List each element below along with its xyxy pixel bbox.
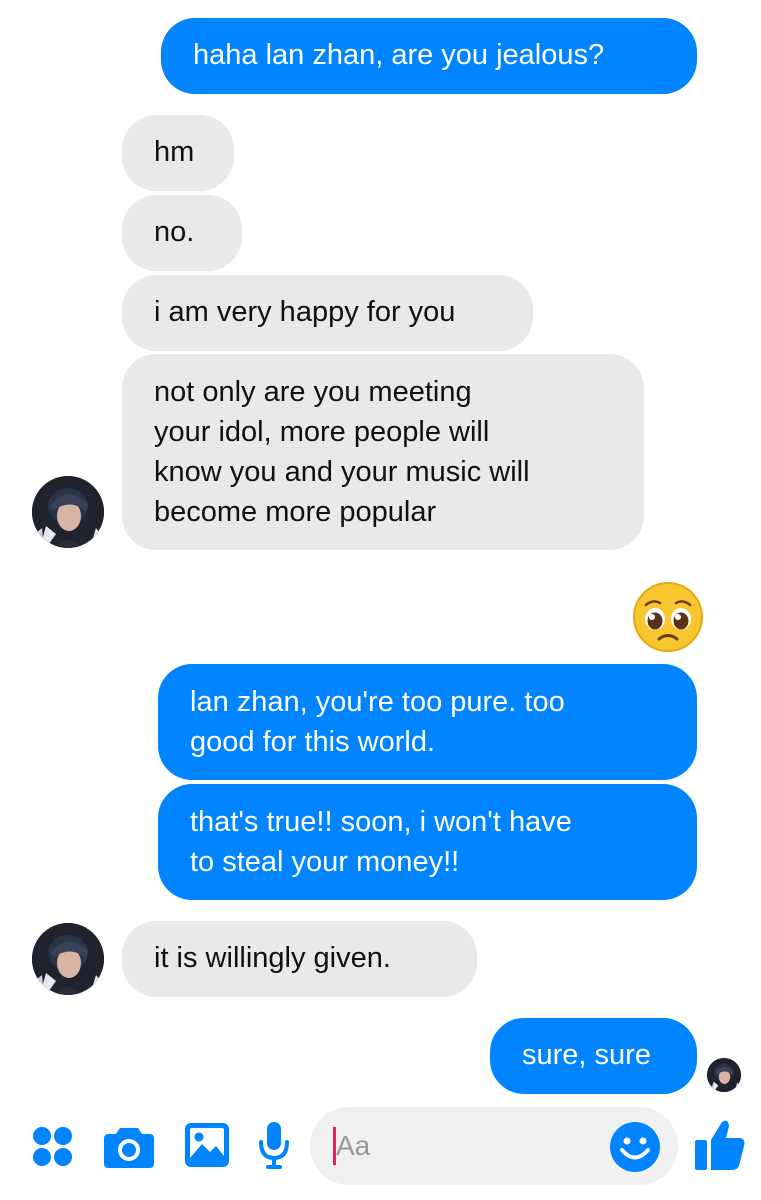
message-bubble-incoming[interactable]: hm [122,115,234,191]
message-text: it is willingly given. [154,942,391,974]
message-bubble-outgoing[interactable]: lan zhan, you're too pure. too good for … [158,664,697,780]
message-line: become more popular [154,496,437,528]
gallery-icon[interactable] [184,1122,230,1168]
message-bubble-outgoing[interactable]: haha lan zhan, are you jealous? [161,18,697,94]
message-line: not only are you meeting [154,376,472,408]
seen-indicator-avatar [707,1058,741,1092]
message-thread: haha lan zhan, are you jealous? hm no. i… [0,0,761,1100]
contact-avatar-image [32,923,104,995]
message-line: know you and your music will [154,456,530,488]
message-bubble-incoming[interactable]: it is willingly given. [122,921,477,997]
thumbs-up-icon[interactable] [694,1118,746,1172]
more-apps-icon[interactable] [32,1126,74,1168]
contact-avatar-image [32,476,104,548]
seen-avatar-image [707,1058,741,1092]
contact-avatar[interactable] [32,476,104,548]
message-line: good for this world. [190,726,436,758]
message-line: that's true!! soon, i won't have [190,806,572,838]
message-text: sure, sure [522,1039,651,1071]
message-text: haha lan zhan, are you jealous? [193,39,605,71]
message-text: i am very happy for you [154,296,456,328]
message-input-placeholder: Aa [336,1130,371,1161]
message-bubble-outgoing[interactable]: sure, sure [490,1018,697,1094]
message-line: your idol, more people will [154,416,490,448]
emoji-icon[interactable] [609,1121,661,1173]
message-line: lan zhan, you're too pure. too [190,686,565,718]
message-bubble-incoming[interactable]: not only are you meeting your idol, more… [122,354,644,550]
message-bubble-outgoing[interactable]: that's true!! soon, i won't have to stea… [158,784,697,900]
message-text: no. [154,216,195,248]
message-bubble-incoming[interactable]: no. [122,195,242,271]
message-bubble-incoming[interactable]: i am very happy for you [122,275,533,351]
message-line: to steal your money!! [190,846,460,878]
contact-avatar[interactable] [32,923,104,995]
camera-icon[interactable] [104,1124,154,1168]
pleading-face-emoji[interactable] [632,581,704,653]
microphone-icon[interactable] [258,1120,290,1170]
message-text: hm [154,136,195,168]
